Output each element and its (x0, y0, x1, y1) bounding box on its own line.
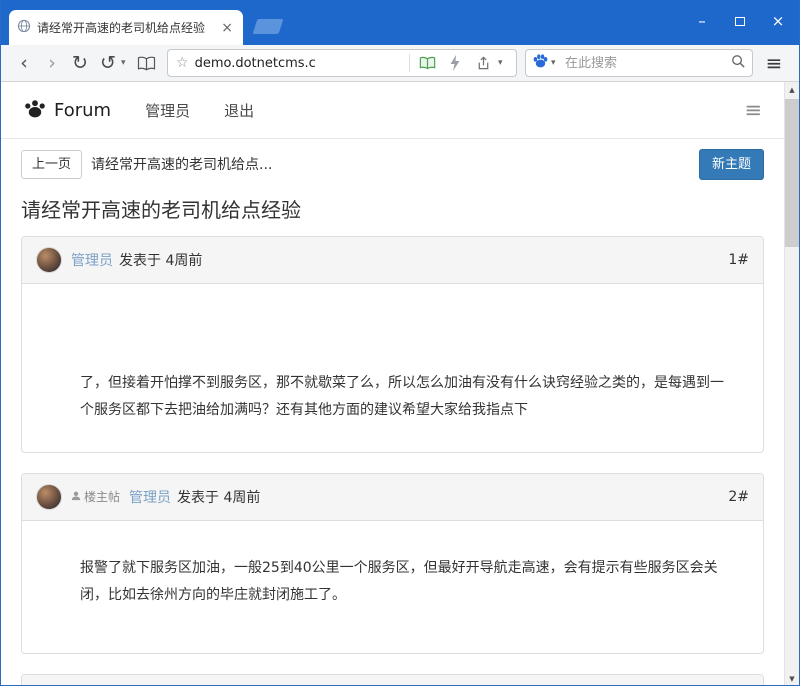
tab-close-icon[interactable]: × (219, 21, 235, 35)
post-header: 楼主帖 管理员 发表于 4周前 2# (22, 474, 763, 521)
bookmark-star-icon[interactable]: ☆ (176, 55, 189, 71)
vertical-scrollbar[interactable]: ▲ ▼ (784, 82, 799, 686)
post-card: 管理员 发表于 4周前 1# 了，但接着开怕撑不到服务区，那不就歇菜了么，所以怎… (21, 236, 764, 453)
address-bar[interactable]: ☆ demo.dotnetcms.c ▾ (167, 49, 517, 77)
browser-toolbar: ‹ › ↻ ↺ ▾ ☆ demo.dotnetcms.c ▾ (1, 45, 799, 82)
original-poster-badge: 楼主帖 (71, 488, 120, 505)
post-header (22, 675, 763, 686)
page-content: Forum 管理员 退出 ≡ 上一页 请经常开高速的老司机给点... 新主题 请… (1, 82, 784, 686)
avatar[interactable] (36, 484, 62, 510)
lightning-icon[interactable] (444, 51, 466, 75)
post-meta: 发表于 4周前 (177, 487, 260, 507)
maximize-button[interactable] (725, 8, 755, 34)
new-tab-button[interactable] (253, 19, 284, 34)
post-header: 管理员 发表于 4周前 1# (22, 237, 763, 284)
scroll-down-button[interactable]: ▼ (785, 671, 800, 686)
address-divider (409, 54, 410, 72)
reading-list-icon[interactable] (416, 51, 438, 75)
forum-brand-label: Forum (54, 100, 111, 121)
avatar[interactable] (36, 247, 62, 273)
minimize-button[interactable]: – (687, 8, 717, 34)
original-poster-icon (71, 490, 81, 504)
forum-brand[interactable]: Forum (23, 97, 111, 124)
post-author-link[interactable]: 管理员 (129, 487, 171, 507)
search-engine-icon[interactable] (532, 53, 549, 73)
post-card-peek (21, 674, 764, 686)
url-text[interactable]: demo.dotnetcms.c (195, 56, 316, 71)
search-input[interactable] (565, 56, 727, 71)
breadcrumb-current: 请经常开高速的老司机给点... (91, 154, 272, 174)
post-floor-number: 2# (728, 489, 749, 505)
page-viewport: Forum 管理员 退出 ≡ 上一页 请经常开高速的老司机给点... 新主题 请… (1, 82, 799, 686)
window-controls: – × (687, 8, 793, 34)
previous-page-button[interactable]: 上一页 (21, 150, 82, 179)
back-button[interactable]: ‹ (11, 49, 37, 77)
search-box[interactable]: ▾ (525, 49, 753, 77)
forum-menu-icon[interactable]: ≡ (744, 98, 762, 122)
search-magnifier-icon[interactable] (731, 54, 746, 73)
scroll-up-button[interactable]: ▲ (785, 82, 800, 97)
recently-closed-button[interactable]: ↺ (95, 49, 121, 77)
forum-logo-icon (23, 97, 47, 124)
scrollbar-thumb[interactable] (785, 99, 799, 247)
browser-titlebar: 请经常开高速的老司机给点经验 × – × (1, 0, 799, 45)
close-button[interactable]: × (763, 8, 793, 34)
forward-button[interactable]: › (39, 49, 65, 77)
nav-link-logout[interactable]: 退出 (224, 100, 254, 121)
maximize-icon (735, 17, 745, 26)
new-topic-button[interactable]: 新主题 (699, 149, 764, 180)
browser-menu-icon[interactable]: ≡ (759, 49, 789, 77)
post-author-link[interactable]: 管理员 (71, 250, 113, 270)
post-card: 楼主帖 管理员 发表于 4周前 2# 报警了就下服务区加油，一般25到40公里一… (21, 473, 764, 654)
breadcrumb: 上一页 请经常开高速的老司机给点... 新主题 (21, 149, 764, 180)
browser-window: 请经常开高速的老司机给点经验 × – × ‹ › ↻ ↺ ▾ ☆ demo.do… (0, 0, 800, 686)
reading-mode-icon[interactable] (133, 49, 159, 77)
post-meta: 发表于 4周前 (119, 250, 202, 270)
scrollbar-track[interactable] (785, 97, 799, 671)
tab-title: 请经常开高速的老司机给点经验 (37, 19, 213, 36)
original-poster-label: 楼主帖 (84, 488, 120, 505)
browser-tab[interactable]: 请经常开高速的老司机给点经验 × (9, 10, 243, 45)
refresh-button[interactable]: ↻ (67, 49, 93, 77)
post-floor-number: 1# (728, 252, 749, 268)
post-body: 了，但接着开怕撑不到服务区，那不就歇菜了么，所以怎么加油有没有什么诀窍经验之类的… (22, 284, 763, 452)
forum-navbar: Forum 管理员 退出 ≡ (1, 82, 784, 139)
nav-link-admin[interactable]: 管理员 (145, 100, 190, 121)
search-engine-caret-icon[interactable]: ▾ (551, 58, 561, 68)
recently-closed-caret-icon[interactable]: ▾ (121, 58, 131, 68)
share-icon[interactable] (472, 51, 494, 75)
share-caret-icon[interactable]: ▾ (498, 58, 508, 68)
page-favicon-icon (17, 18, 31, 37)
thread-title: 请经常开高速的老司机给点经验 (21, 196, 764, 224)
post-body: 报警了就下服务区加油，一般25到40公里一个服务区，但最好开导航走高速，会有提示… (22, 521, 763, 653)
